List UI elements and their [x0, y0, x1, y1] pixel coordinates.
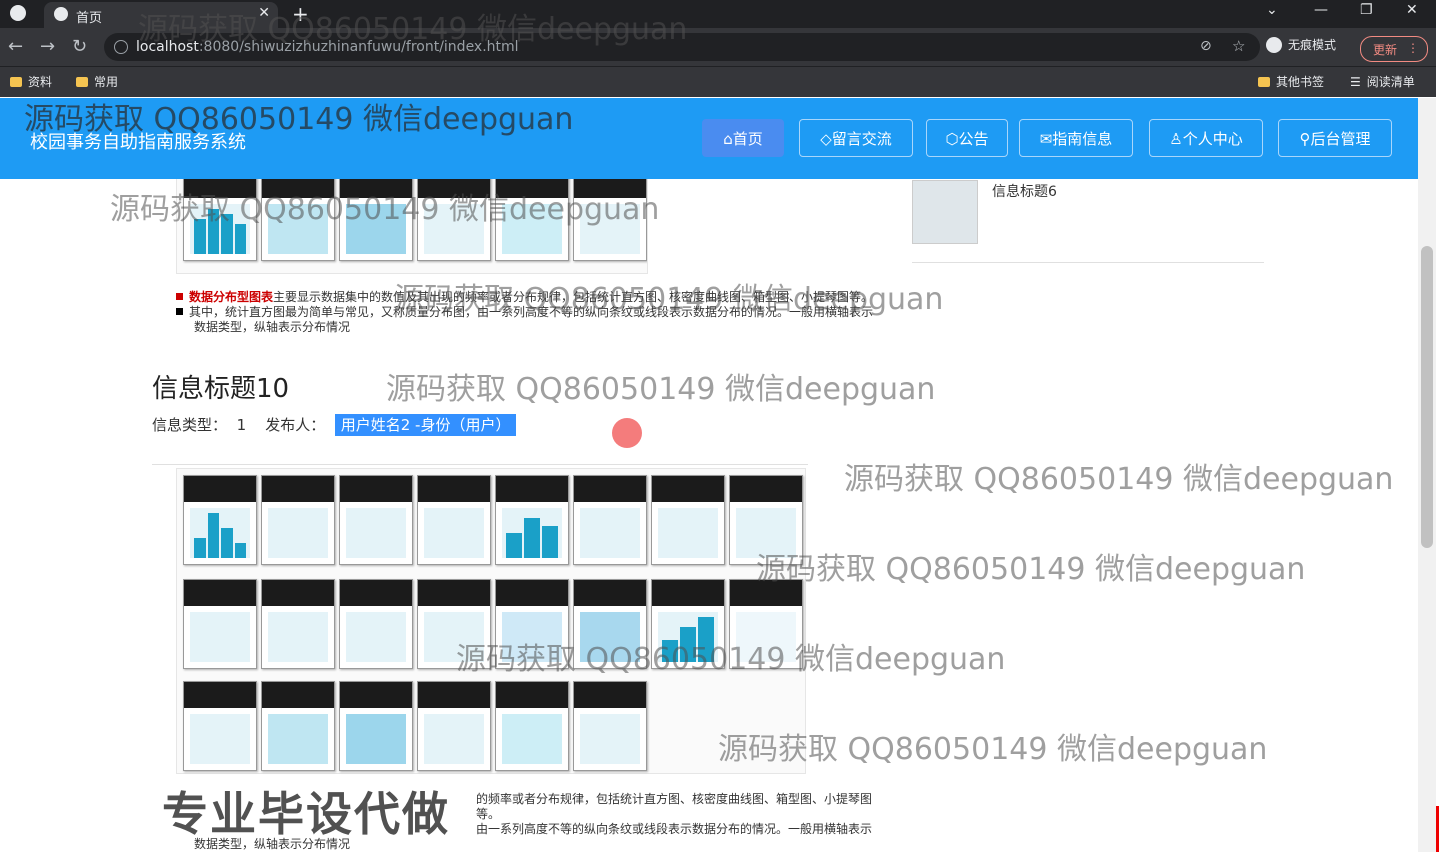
new-tab-icon[interactable]: + [292, 2, 309, 26]
nav-guides[interactable]: ✉指南信息 [1019, 119, 1133, 157]
publisher-value: 用户姓名2 -身份（用户） [334, 414, 517, 436]
window-close-icon[interactable]: ✕ [1406, 2, 1418, 18]
folder-icon [1258, 77, 1270, 87]
star-icon[interactable]: ☆ [1232, 37, 1245, 55]
bookmark-other[interactable]: 其他书签 [1258, 73, 1324, 90]
update-button[interactable]: 更新 ⋮ [1360, 36, 1428, 62]
sidebar-divider [912, 262, 1264, 263]
link-icon: ⚲ [1299, 130, 1311, 148]
globe-icon [54, 7, 68, 21]
user-icon: ♙ [1169, 130, 1183, 148]
sidebar-thumbnail[interactable] [912, 180, 978, 244]
tab-title: 首页 [76, 11, 103, 26]
nav-profile[interactable]: ♙个人中心 [1149, 119, 1263, 157]
edge-marker [1436, 806, 1439, 852]
watermark-text: 源码获取 QQ86050149 微信deepguan [756, 552, 1306, 587]
forward-icon[interactable]: → [40, 36, 55, 57]
url-text[interactable]: localhost:8080/shiwuzizhuzhinanfuwu/fron… [136, 39, 519, 55]
back-icon[interactable]: ← [8, 36, 23, 57]
minimize-icon[interactable]: — [1314, 2, 1328, 18]
sidebar-item-title[interactable]: 信息标题6 [992, 181, 1057, 201]
folder-icon [76, 77, 88, 87]
chevron-down-icon[interactable]: ⌄ [1266, 2, 1278, 18]
scrollbar-thumb[interactable] [1421, 246, 1433, 548]
watermark-text: 源码获取 QQ86050149 微信deepguan [844, 462, 1394, 497]
promo-stamp: 专业毕设代做 [162, 787, 450, 841]
nav-announcements[interactable]: ⬡公告 [926, 119, 1008, 157]
watermark-text: 源码获取 QQ86050149 微信deepguan [386, 372, 936, 407]
article-meta: 信息类型： 1 发布人： 用户姓名2 -身份（用户） [152, 414, 517, 436]
reading-list[interactable]: ☰ 阅读清单 [1350, 73, 1415, 90]
nav-admin[interactable]: ⚲后台管理 [1278, 119, 1392, 157]
incognito-icon [1266, 37, 1282, 53]
tag-icon: ◇ [820, 130, 832, 148]
incognito-indicator[interactable]: 无痕模式 [1266, 36, 1336, 53]
restore-icon[interactable]: ❐ [1360, 2, 1373, 18]
folder-icon [10, 77, 22, 87]
nav-messages[interactable]: ◇留言交流 [799, 119, 913, 157]
upper-description: 数据分布型图表主要显示数据集中的数值及其出现的频率或者分布规律，包括统计直方图、… [176, 290, 876, 335]
info-icon[interactable] [114, 40, 128, 54]
reload-icon[interactable]: ↻ [72, 36, 87, 57]
mail-icon: ✉ [1039, 130, 1053, 148]
article-title: 信息标题10 [152, 374, 290, 404]
bookmarks-bar [0, 66, 1446, 97]
kebab-menu-icon: ⋮ [1407, 41, 1419, 55]
browser-menu-icon[interactable] [10, 5, 26, 21]
chart-gallery-image [176, 468, 806, 774]
nav-home[interactable]: ⌂首页 [702, 119, 784, 157]
box-icon: ⬡ [945, 130, 959, 148]
browser-tab[interactable]: 首页 ✕ [44, 2, 278, 28]
bookmark-folder-1[interactable]: 资料 [10, 73, 52, 90]
bookmark-folder-2[interactable]: 常用 [76, 73, 118, 90]
eye-off-icon[interactable]: ⊘ [1200, 38, 1212, 54]
home-icon: ⌂ [723, 130, 733, 148]
mouse-cursor [612, 418, 642, 448]
close-icon[interactable]: ✕ [258, 5, 270, 21]
site-title: 校园事务自助指南服务系统 [30, 132, 246, 153]
reading-list-icon: ☰ [1350, 75, 1361, 89]
divider [152, 464, 808, 465]
right-edge [1436, 0, 1446, 852]
